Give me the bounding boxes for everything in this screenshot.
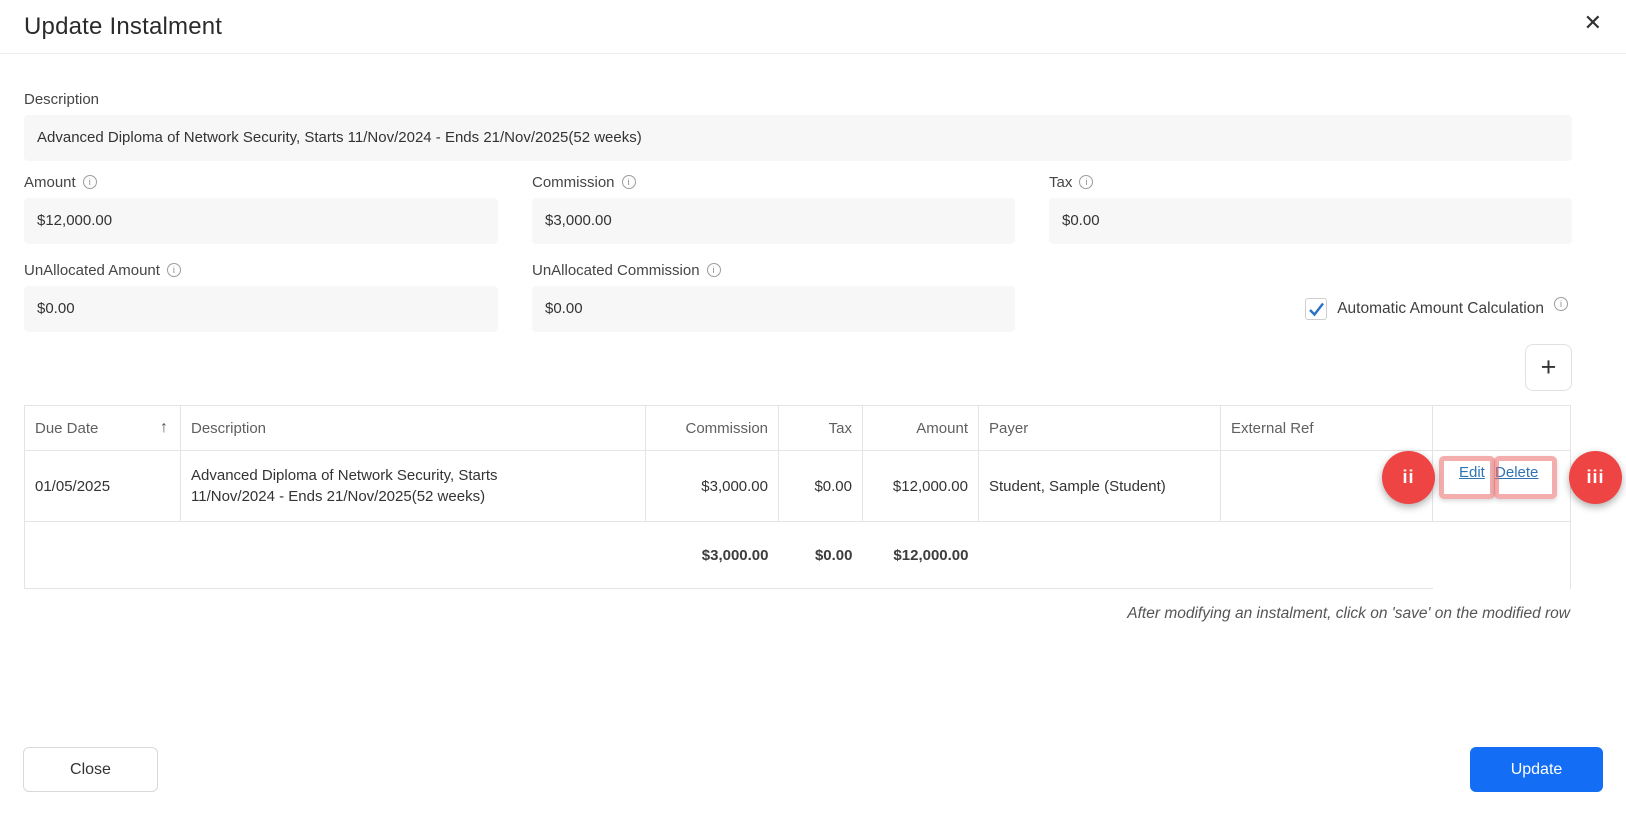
modal-body: Description Advanced Diploma of Network … (0, 90, 1596, 623)
commission-label: Commission (532, 174, 615, 191)
instalments-table: Due Date ↑ Description Commission Tax Am… (24, 405, 1571, 589)
cell-commission: $3,000.00 (646, 451, 779, 522)
update-button[interactable]: Update (1470, 747, 1603, 792)
automatic-amount-calculation-label: Automatic Amount Calculation (1337, 300, 1544, 318)
add-instalment-button[interactable]: + (1525, 344, 1572, 391)
annotation-box-edit (1439, 456, 1495, 499)
instalment-hint-note: After modifying an instalment, click on … (24, 605, 1570, 623)
total-commission: $3,000.00 (646, 522, 779, 589)
cell-payer: Student, Sample (Student) (979, 451, 1221, 522)
annotation-circle-ii: ii (1382, 451, 1435, 504)
info-icon[interactable] (1554, 297, 1568, 311)
amount-label: Amount (24, 174, 76, 191)
table-row: 01/05/2025 Advanced Diploma of Network S… (25, 451, 1571, 522)
table-header-row: Due Date ↑ Description Commission Tax Am… (25, 406, 1571, 451)
automatic-amount-calculation-checkbox[interactable] (1305, 298, 1327, 320)
sort-ascending-icon: ↑ (160, 419, 170, 437)
annotation-circle-iii: iii (1569, 451, 1622, 504)
cell-amount: $12,000.00 (863, 451, 979, 522)
info-icon[interactable] (83, 175, 97, 189)
info-icon[interactable] (622, 175, 636, 189)
column-header-description[interactable]: Description (181, 406, 646, 451)
close-button[interactable]: Close (23, 747, 158, 792)
column-header-external-ref[interactable]: External Ref (1221, 406, 1433, 451)
cell-actions: ii Edit Delete iii (1433, 451, 1571, 522)
modal-title: Update Instalment (24, 13, 222, 41)
amount-input[interactable]: $12,000.00 (24, 198, 498, 244)
close-icon[interactable]: ✕ (1584, 12, 1602, 34)
checkmark-icon (1308, 302, 1325, 317)
column-header-commission[interactable]: Commission (646, 406, 779, 451)
unallocated-commission-label: UnAllocated Commission (532, 262, 700, 279)
cell-tax: $0.00 (779, 451, 863, 522)
column-header-tax[interactable]: Tax (779, 406, 863, 451)
column-header-amount[interactable]: Amount (863, 406, 979, 451)
unallocated-amount-label: UnAllocated Amount (24, 262, 160, 279)
annotation-box-delete (1494, 456, 1557, 499)
column-header-actions (1433, 406, 1571, 451)
info-icon[interactable] (167, 263, 181, 277)
column-header-payer[interactable]: Payer (979, 406, 1221, 451)
description-label: Description (24, 91, 99, 108)
unallocated-commission-input[interactable]: $0.00 (532, 286, 1015, 332)
description-input[interactable]: Advanced Diploma of Network Security, St… (24, 115, 1572, 161)
info-icon[interactable] (707, 263, 721, 277)
total-tax: $0.00 (779, 522, 863, 589)
unallocated-amount-input[interactable]: $0.00 (24, 286, 498, 332)
tax-input[interactable]: $0.00 (1049, 198, 1572, 244)
commission-input[interactable]: $3,000.00 (532, 198, 1015, 244)
table-totals-row: $3,000.00 $0.00 $12,000.00 (25, 522, 1571, 589)
tax-label: Tax (1049, 174, 1072, 191)
column-header-due-date[interactable]: Due Date ↑ (25, 406, 181, 451)
modal-header: Update Instalment (0, 0, 1626, 54)
total-amount: $12,000.00 (863, 522, 979, 589)
cell-due-date: 01/05/2025 (25, 451, 181, 522)
info-icon[interactable] (1079, 175, 1093, 189)
cell-description: Advanced Diploma of Network Security, St… (181, 451, 646, 522)
